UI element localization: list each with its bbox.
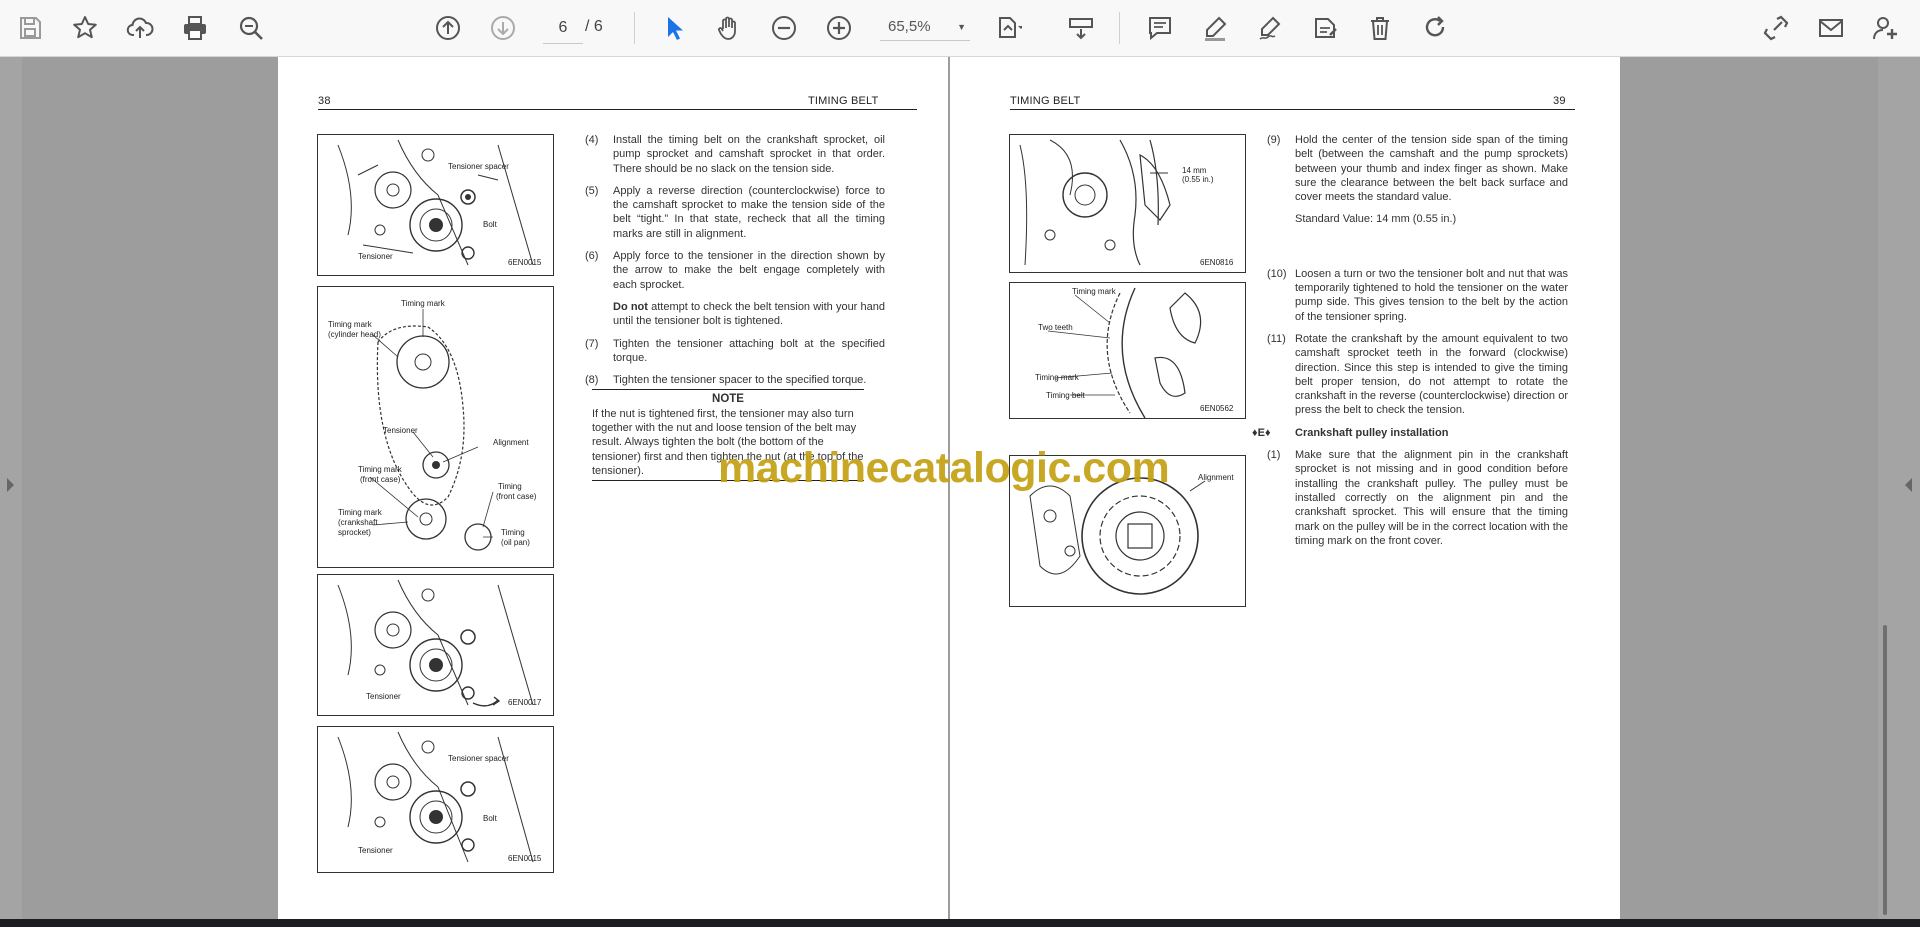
page-down-icon[interactable] — [485, 10, 521, 46]
list-item: (11) Rotate the crankshaft by the amount … — [1267, 332, 1568, 417]
figure-label: Tensioner spacer — [448, 162, 509, 171]
redo-icon[interactable] — [1417, 10, 1453, 46]
figure-timing-marks: Timing mark Timing mark (cylinder head) … — [317, 286, 554, 568]
figure-label: Timing — [498, 482, 522, 491]
list-item: (6) Apply force to the tensioner in the d… — [585, 250, 885, 291]
comment-icon[interactable] — [1142, 10, 1178, 46]
figure-label: Tensioner — [358, 846, 393, 855]
zoom-in-icon[interactable] — [821, 10, 857, 46]
header-rule — [1010, 109, 1575, 110]
figure-label: Alignment — [1198, 473, 1234, 482]
add-user-icon[interactable] — [1868, 10, 1904, 46]
taskbar-strip — [0, 919, 1920, 927]
left-steps: (4) Install the timing belt on the cranks… — [585, 133, 885, 482]
email-icon[interactable] — [1813, 10, 1849, 46]
save-icon[interactable] — [12, 10, 48, 46]
list-item: (9) Hold the center of the tension side s… — [1267, 134, 1568, 204]
figure-label: Timing mark — [358, 465, 403, 474]
figure-label: 14 mm — [1182, 166, 1207, 175]
find-icon[interactable] — [233, 10, 269, 46]
figure-label: Two teeth — [1038, 323, 1073, 332]
standard-value: Standard Value: 14 mm (0.55 in.) — [1295, 213, 1457, 226]
page-up-icon[interactable] — [430, 10, 466, 46]
select-cursor-icon[interactable] — [656, 10, 692, 46]
figure-label: Tensioner — [358, 252, 393, 261]
figure-label: Timing mark — [338, 508, 383, 517]
bookmark-star-icon[interactable] — [67, 10, 103, 46]
figure-tensioner-direction: Tensioner 6EN0017 — [317, 574, 554, 716]
list-item: Do not attempt to check the belt tension… — [613, 300, 885, 328]
figure-tensioner-spacer: Tensioner spacer Bolt Tensioner 6EN0015 — [317, 134, 554, 276]
zoom-out-icon[interactable] — [766, 10, 802, 46]
list-item: (8) Tighten the tensioner spacer to the s… — [585, 374, 867, 387]
list-item: (10) Loosen a turn or two the tensioner b… — [1267, 267, 1568, 323]
figure-label: (crankshaft — [338, 518, 378, 527]
emphasis: Do not — [613, 300, 648, 313]
header-rule — [318, 109, 917, 110]
figure-code: 6EN0816 — [1200, 258, 1234, 267]
figure-code: 6EN0015 — [508, 854, 542, 863]
page-number: 38 — [318, 95, 331, 107]
list-item: (1) Make sure that the alignment pin in t… — [1267, 449, 1568, 547]
page-header-title: TIMING BELT — [1010, 95, 1081, 107]
figure-label: (front case) — [496, 492, 537, 501]
page-total: / 6 — [585, 18, 603, 35]
page-fit-icon[interactable] — [990, 10, 1026, 46]
figure-label: Timing mark — [401, 299, 446, 308]
chevron-down-icon: ▼ — [957, 21, 966, 32]
figure-label: (0.55 in.) — [1182, 175, 1214, 184]
figure-tensioner-spacer-2: Tensioner spacer Bolt Tensioner 6EN0015 — [317, 726, 554, 873]
expand-right-panel-icon[interactable] — [1905, 478, 1912, 492]
note-title: NOTE — [592, 389, 864, 406]
figure-label: Bolt — [483, 814, 498, 823]
delete-icon[interactable] — [1362, 10, 1398, 46]
figure-label: (oil pan) — [501, 538, 530, 547]
toolbar: / 6 65,5% ▼ — [0, 0, 1920, 57]
figure-label: (cylinder head) — [328, 330, 381, 339]
page-number-input[interactable] — [543, 13, 583, 44]
list-item: (7) Tighten the tensioner attaching bolt … — [585, 337, 885, 364]
figure-code: 6EN0017 — [508, 698, 542, 707]
scroll-mode-icon[interactable] — [1063, 10, 1099, 46]
watermark: machinecatalogic.com — [718, 444, 1170, 492]
zoom-value: 65,5% — [888, 18, 931, 35]
figure-label: Timing mark — [328, 320, 373, 329]
hand-pan-icon[interactable] — [711, 10, 747, 46]
expand-left-panel-icon[interactable] — [7, 478, 14, 492]
figure-label: Tensioner — [366, 692, 401, 701]
figure-code: 6EN0015 — [508, 258, 542, 267]
upload-cloud-icon[interactable] — [122, 10, 158, 46]
scrollbar-thumb[interactable] — [1883, 625, 1887, 915]
figure-label: sprocket) — [338, 528, 371, 537]
share-link-icon[interactable] — [1758, 10, 1794, 46]
page-number: 39 — [1553, 95, 1566, 107]
list-item: (4) Install the timing belt on the cranks… — [585, 134, 885, 175]
highlight-pen-icon[interactable] — [1197, 10, 1233, 46]
figure-label: (front case) — [360, 475, 401, 484]
figure-label: Bolt — [483, 220, 498, 229]
figure-code: 6EN0562 — [1200, 404, 1234, 413]
list-item: (5) Apply a reverse direction (counterclo… — [585, 184, 885, 240]
stamp-icon[interactable] — [1307, 10, 1343, 46]
figure-label: Timing — [501, 528, 525, 537]
figure-label: Tensioner spacer — [448, 754, 509, 763]
figure-two-teeth: Timing mark Two teeth Timing mark Timing… — [1009, 282, 1246, 419]
figure-label: Timing mark — [1035, 373, 1080, 382]
sign-icon[interactable] — [1252, 10, 1288, 46]
right-steps: (9) Hold the center of the tension side s… — [1252, 133, 1568, 556]
figure-label: Timing mark — [1072, 287, 1117, 296]
zoom-select[interactable]: 65,5% ▼ — [880, 13, 970, 41]
figure-label: Timing belt — [1046, 391, 1086, 400]
print-icon[interactable] — [177, 10, 213, 46]
page-header-title: TIMING BELT — [808, 95, 879, 107]
figure-label: Alignment — [493, 438, 529, 447]
figure-label: Tensioner — [383, 426, 418, 435]
section-heading: ♦E♦ Crankshaft pulley installation — [1252, 426, 1449, 439]
figure-belt-clearance: 14 mm (0.55 in.) 6EN0816 — [1009, 134, 1246, 273]
